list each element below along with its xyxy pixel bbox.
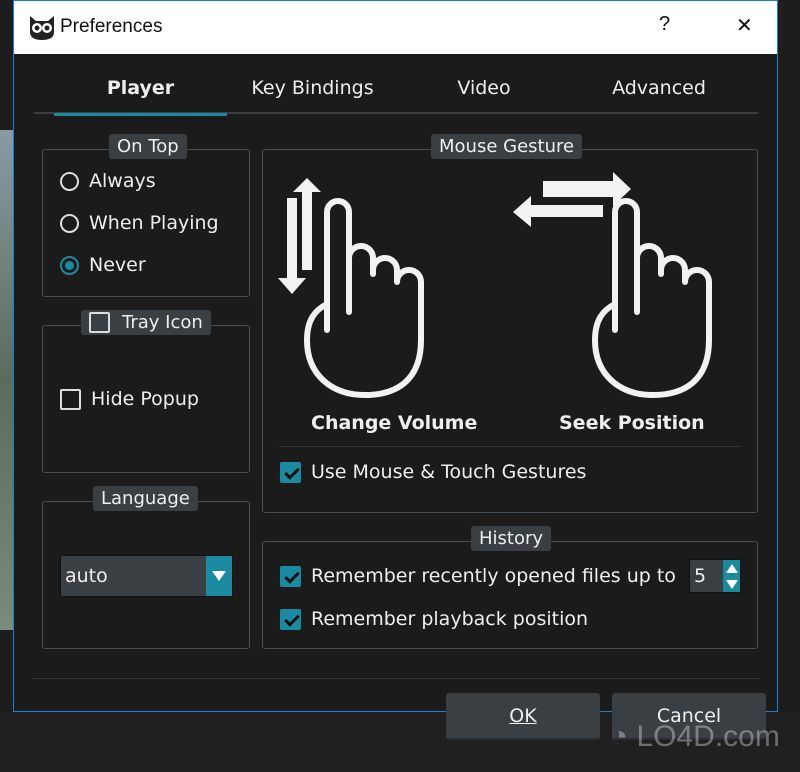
tab-advanced[interactable]: Advanced xyxy=(584,77,734,99)
mouse-gesture-group: Mouse Gesture Change Volume Seek Positio… xyxy=(262,134,758,513)
help-button[interactable]: ? xyxy=(659,13,670,36)
hide-popup-checkbox[interactable]: Hide Popup xyxy=(60,388,199,410)
checkbox[interactable] xyxy=(280,608,301,630)
seek-gesture-icon xyxy=(513,172,712,399)
watermark-logo: ◔ LO4D.com xyxy=(610,720,780,753)
checkbox[interactable] xyxy=(280,565,301,587)
use-gestures-checkbox[interactable]: Use Mouse & Touch Gestures xyxy=(280,461,586,483)
divider xyxy=(32,678,760,679)
checkbox[interactable] xyxy=(89,312,110,333)
language-label: Language xyxy=(93,486,198,511)
history-group: History Remember recently opened files u… xyxy=(262,526,758,649)
window-title: Preferences xyxy=(60,16,163,37)
radio-always[interactable]: Always xyxy=(60,170,156,192)
background-video xyxy=(0,130,13,630)
app-owl-icon xyxy=(30,16,54,40)
checkbox[interactable] xyxy=(280,461,301,483)
chevron-down-icon[interactable] xyxy=(206,556,232,596)
tab-video[interactable]: Video xyxy=(414,77,554,99)
change-volume-caption: Change Volume xyxy=(311,412,478,434)
remember-recent-checkbox[interactable]: Remember recently opened files up to xyxy=(280,565,676,587)
radio-never[interactable]: Never xyxy=(60,254,146,276)
mouse-gesture-label: Mouse Gesture xyxy=(431,134,583,159)
checkbox[interactable] xyxy=(60,388,81,410)
remember-playback-checkbox[interactable]: Remember playback position xyxy=(280,608,588,630)
divider xyxy=(279,446,741,447)
spin-arrows-icon[interactable] xyxy=(723,560,740,592)
language-group: Language auto xyxy=(42,486,250,649)
tray-icon-checkbox[interactable]: Tray Icon xyxy=(81,310,211,335)
radio-when-playing[interactable]: When Playing xyxy=(60,212,219,234)
seek-position-caption: Seek Position xyxy=(559,412,705,434)
preferences-dialog: Preferences ? ✕ Player Key Bindings Vide… xyxy=(13,0,778,740)
close-button[interactable]: ✕ xyxy=(736,13,753,38)
recent-count-spinbox[interactable]: 5 xyxy=(689,559,741,593)
radio-button[interactable] xyxy=(60,171,79,191)
ok-button[interactable]: OK xyxy=(446,693,600,740)
tab-player[interactable]: Player xyxy=(54,77,227,116)
radio-button[interactable] xyxy=(60,255,79,275)
tab-bar: Player Key Bindings Video Advanced xyxy=(34,71,758,116)
on-top-group: On Top Always When Playing Never xyxy=(42,134,250,297)
radio-button[interactable] xyxy=(60,213,79,233)
on-top-label: On Top xyxy=(109,134,187,159)
tab-key-bindings[interactable]: Key Bindings xyxy=(229,77,396,99)
volume-gesture-icon xyxy=(278,178,424,399)
language-select[interactable]: auto xyxy=(60,555,233,597)
history-label: History xyxy=(471,526,552,551)
tray-icon-group: Tray Icon Hide Popup xyxy=(42,310,250,473)
title-bar: Preferences ? ✕ xyxy=(14,1,777,54)
